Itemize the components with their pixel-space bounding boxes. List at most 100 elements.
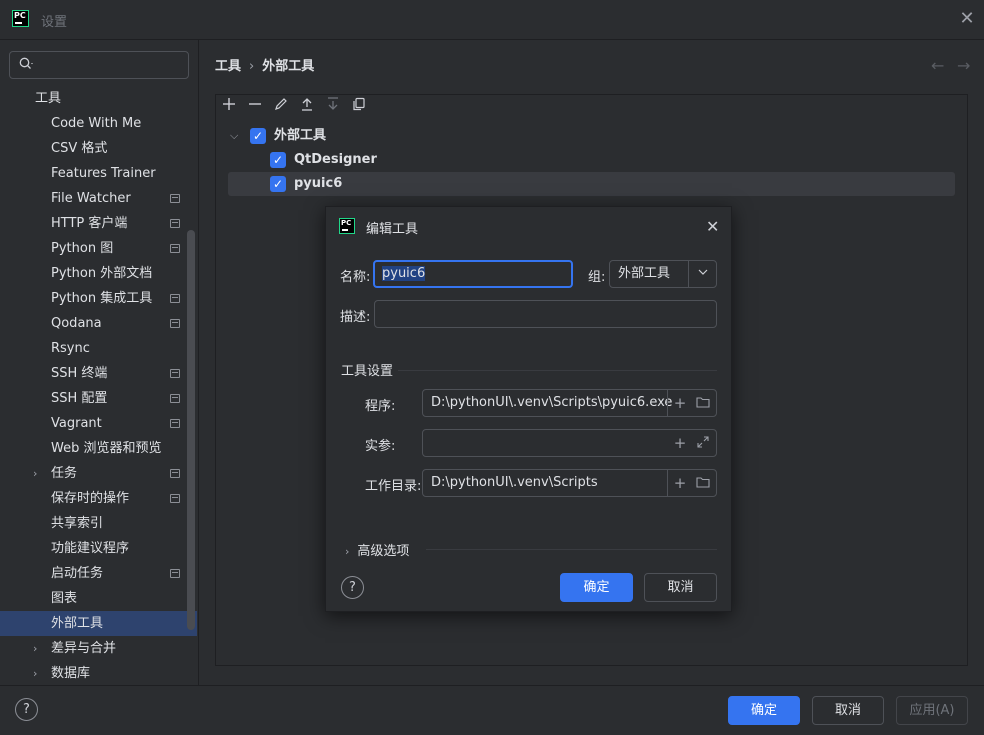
chevron-down-icon[interactable]: ⌵: [230, 124, 238, 148]
name-field[interactable]: pyuic6: [373, 260, 573, 288]
description-label: 描述:: [340, 310, 371, 325]
remove-icon[interactable]: [245, 97, 265, 117]
chevron-right-icon[interactable]: ›: [33, 661, 37, 686]
sidebar-item[interactable]: 功能建议程序: [0, 536, 197, 561]
close-icon[interactable]: ✕: [706, 217, 719, 236]
help-icon[interactable]: ?: [15, 698, 38, 721]
sidebar-item-label: 启动任务: [51, 566, 104, 581]
working-dir-field[interactable]: D:\pythonUI\.venv\Scripts +: [422, 469, 717, 497]
forward-arrow-icon[interactable]: →: [957, 56, 970, 75]
program-field[interactable]: D:\pythonUI\.venv\Scripts\pyuic6.exe +: [422, 389, 717, 417]
chevron-right-icon[interactable]: ›: [33, 461, 37, 486]
project-settings-icon: [170, 219, 180, 228]
sidebar-item-label: 功能建议程序: [51, 541, 130, 556]
sidebar-item[interactable]: Code With Me: [0, 111, 197, 136]
sidebar-item-label: File Watcher: [51, 191, 131, 206]
tool-checkbox[interactable]: ✓: [270, 176, 286, 192]
sidebar-item[interactable]: 共享索引: [0, 511, 197, 536]
copy-icon[interactable]: [349, 97, 369, 117]
expand-icon[interactable]: [692, 430, 714, 456]
field-divider: [667, 390, 668, 416]
cancel-button[interactable]: 取消: [812, 696, 884, 725]
sidebar-item[interactable]: 外部工具: [0, 611, 197, 636]
tool-checkbox[interactable]: ✓: [270, 152, 286, 168]
sidebar-item[interactable]: › 数据库: [0, 661, 197, 686]
sidebar-item-label: CSV 格式: [51, 141, 108, 156]
tool-row[interactable]: ✓ QtDesigner: [228, 148, 528, 172]
sidebar-item[interactable]: SSH 配置: [0, 386, 197, 411]
tools-toolbar: [216, 95, 967, 119]
breadcrumb-separator-icon: ›: [249, 59, 255, 74]
working-dir-label: 工作目录:: [365, 479, 422, 494]
sidebar-item[interactable]: Vagrant: [0, 411, 197, 436]
sidebar-item[interactable]: Web 浏览器和预览: [0, 436, 197, 461]
tool-row-selected[interactable]: ✓ pyuic6: [228, 172, 955, 196]
dialog-cancel-button[interactable]: 取消: [644, 573, 717, 602]
sidebar-item[interactable]: › 任务: [0, 461, 197, 486]
back-arrow-icon[interactable]: ←: [931, 56, 944, 75]
tool-group-row[interactable]: ⌵ ✓ 外部工具: [228, 124, 528, 148]
chevron-right-icon: ›: [345, 545, 350, 558]
sidebar-item[interactable]: File Watcher: [0, 186, 197, 211]
move-down-icon[interactable]: [323, 97, 343, 117]
sidebar-item-label: Qodana: [51, 316, 102, 331]
arguments-field[interactable]: +: [422, 429, 717, 457]
sidebar-item[interactable]: 保存时的操作: [0, 486, 197, 511]
tool-settings-heading: 工具设置: [341, 364, 394, 379]
title-bar: PC 设置 ✕: [0, 0, 984, 40]
sidebar-item[interactable]: 启动任务: [0, 561, 197, 586]
search-input[interactable]: [9, 51, 189, 79]
sidebar-item-label: HTTP 客户端: [51, 216, 128, 231]
sidebar-scrollbar[interactable]: [187, 230, 195, 630]
group-checkbox[interactable]: ✓: [250, 128, 266, 144]
breadcrumb-item-external-tools: 外部工具: [262, 59, 315, 74]
arguments-label: 实参:: [365, 439, 396, 454]
project-settings-icon: [170, 569, 180, 578]
sidebar-item[interactable]: Python 图: [0, 236, 197, 261]
sidebar-item[interactable]: CSV 格式: [0, 136, 197, 161]
description-field[interactable]: [374, 300, 717, 328]
sidebar-item[interactable]: 图表: [0, 586, 197, 611]
chevron-right-icon[interactable]: ›: [33, 636, 37, 661]
sidebar-item[interactable]: Qodana: [0, 311, 197, 336]
insert-macro-icon[interactable]: +: [669, 430, 691, 456]
project-settings-icon: [170, 319, 180, 328]
sidebar-item-label: Web 浏览器和预览: [51, 441, 162, 456]
sidebar-item[interactable]: › 差异与合并: [0, 636, 197, 661]
folder-icon[interactable]: [692, 390, 714, 416]
project-settings-icon: [170, 394, 180, 403]
insert-macro-icon[interactable]: +: [669, 390, 691, 416]
group-combobox[interactable]: 外部工具: [609, 260, 717, 288]
sidebar-item-label: Rsync: [51, 341, 90, 356]
sidebar-item[interactable]: SSH 终端: [0, 361, 197, 386]
sidebar-item-label: 数据库: [51, 666, 91, 681]
folder-icon[interactable]: [692, 470, 714, 496]
move-up-icon[interactable]: [297, 97, 317, 117]
dialog-title: 编辑工具: [366, 222, 419, 237]
advanced-options-toggle[interactable]: › 高级选项: [345, 540, 409, 559]
sidebar-item-label: 任务: [51, 466, 78, 481]
apply-button[interactable]: 应用(A): [896, 696, 968, 725]
sidebar-item[interactable]: Python 集成工具: [0, 286, 197, 311]
tool-label: QtDesigner: [294, 152, 377, 167]
sidebar-item-label: 共享索引: [51, 516, 104, 531]
sidebar-item-label: Python 集成工具: [51, 291, 153, 306]
sidebar-item[interactable]: Features Trainer: [0, 161, 197, 186]
dialog-ok-button[interactable]: 确定: [560, 573, 633, 602]
close-icon[interactable]: ✕: [958, 10, 976, 28]
tool-label: pyuic6: [294, 176, 343, 191]
sidebar-item-tools[interactable]: 工具: [0, 86, 197, 111]
chevron-down-icon[interactable]: [688, 261, 716, 287]
sidebar-item[interactable]: HTTP 客户端: [0, 211, 197, 236]
ok-button[interactable]: 确定: [728, 696, 800, 725]
sidebar-item-label: 差异与合并: [51, 641, 117, 656]
help-icon[interactable]: ?: [341, 576, 364, 599]
breadcrumb-item-tools[interactable]: 工具: [215, 59, 241, 74]
sidebar-item[interactable]: Python 外部文档: [0, 261, 197, 286]
project-settings-icon: [170, 294, 180, 303]
add-icon[interactable]: [219, 97, 239, 117]
pycharm-logo-icon: PC: [339, 218, 355, 234]
edit-pencil-icon[interactable]: [271, 97, 291, 117]
insert-macro-icon[interactable]: +: [669, 470, 691, 496]
sidebar-item[interactable]: Rsync: [0, 336, 197, 361]
